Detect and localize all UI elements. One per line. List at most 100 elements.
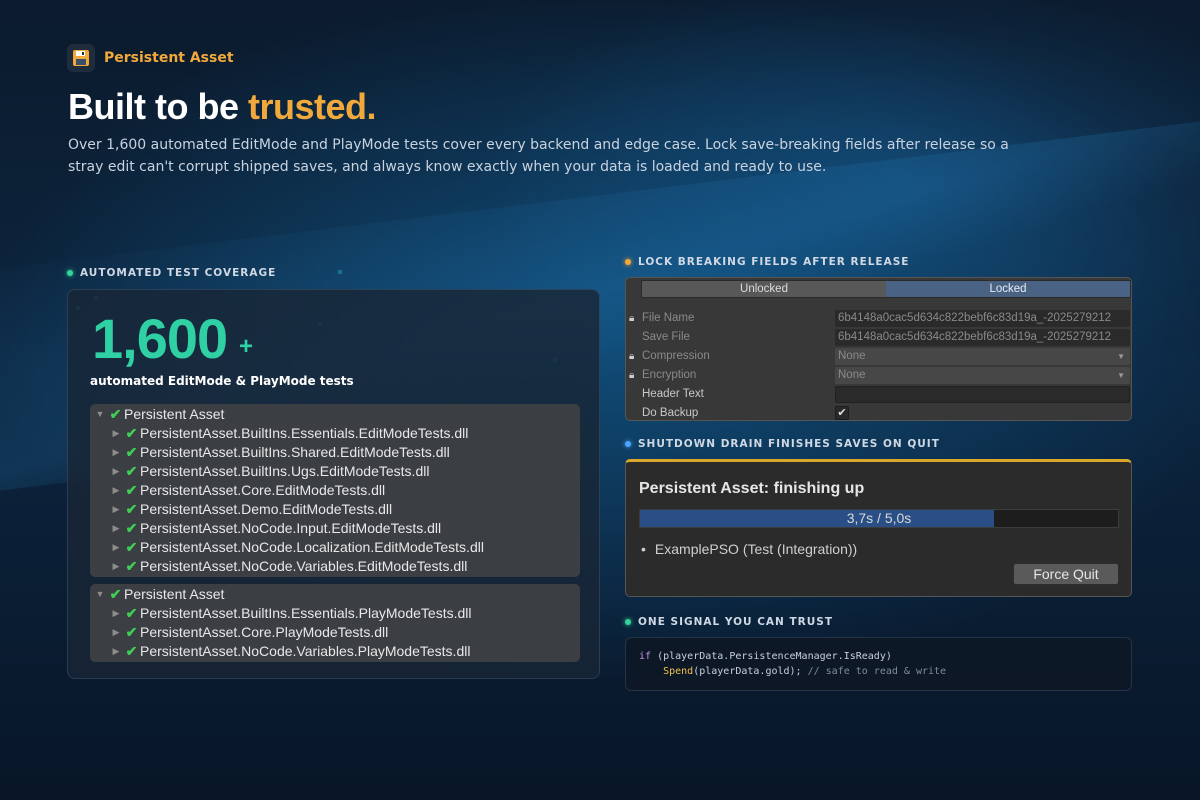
expand-right-icon[interactable]: ▶ [109,481,123,500]
tree-item-label: PersistentAsset.NoCode.Variables.PlayMod… [140,643,471,659]
expand-right-icon[interactable]: ▶ [109,538,123,557]
pending-save-label: ExamplePSO (Test (Integration)) [654,541,858,557]
field-row-save-file: Save File 6b4148a0cac5d634c822bebf6c83d1… [626,328,1131,347]
tree-item[interactable]: ▶ ✔ PersistentAsset.NoCode.Input.EditModeT… [90,519,580,538]
lock-icon: 🔒︎ [629,313,635,324]
chevron-down-icon: ▼ [1117,371,1125,380]
expand-right-icon[interactable]: ▶ [109,424,123,443]
lock-icon: 🔒︎ [629,370,635,381]
field-label: Do Backup [642,407,699,419]
check-icon: ✔ [125,605,138,621]
test-count: 1,600 [92,307,228,370]
tree-item[interactable]: ▶ ✔ PersistentAsset.BuiltIns.Essentials.Pl… [90,604,580,623]
check-icon: ✔ [125,643,138,659]
tree-item[interactable]: ▶ ✔ PersistentAsset.BuiltIns.Essentials.Ed… [90,424,580,443]
editmode-test-tree: ▼ ✔ Persistent Asset ▶ ✔ PersistentAsset.B… [90,404,580,577]
section-label-shutdown: SHUTDOWN DRAIN FINISHES SAVES ON QUIT [625,438,940,450]
expand-right-icon[interactable]: ▶ [109,557,123,576]
tree-root-label: Persistent Asset [124,586,225,602]
tab-locked[interactable]: Locked [886,281,1130,297]
save-file-field: 6b4148a0cac5d634c822bebf6c83d19a_-202527… [835,329,1130,346]
tree-item-label: PersistentAsset.NoCode.Variables.EditMod… [140,558,468,574]
dropdown-value: None [838,369,866,381]
expand-right-icon[interactable]: ▶ [109,462,123,481]
expand-right-icon[interactable]: ▶ [109,500,123,519]
check-icon: ✔ [125,482,138,498]
check-icon: ✔ [109,586,122,602]
section-label-signal: ONE SIGNAL YOU CAN TRUST [625,616,833,628]
brand: Persistent Asset [68,45,234,71]
section-label-text: ONE SIGNAL YOU CAN TRUST [638,616,833,628]
headline-accent: trusted. [247,86,377,127]
tree-item[interactable]: ▶ ✔ PersistentAsset.Core.EditModeTests.dll [90,481,580,500]
expand-down-icon[interactable]: ▼ [93,405,107,424]
dropdown-value: None [838,350,866,362]
tab-unlocked[interactable]: Unlocked [642,281,886,297]
expand-down-icon[interactable]: ▼ [93,585,107,604]
tree-item-label: PersistentAsset.BuiltIns.Essentials.Play… [140,605,472,621]
tree-item-label: PersistentAsset.BuiltIns.Ugs.EditModeTes… [140,463,430,479]
expand-right-icon[interactable]: ▶ [109,604,123,623]
tree-item[interactable]: ▶ ✔ PersistentAsset.BuiltIns.Shared.EditMo… [90,443,580,462]
intro-text: Over 1,600 automated EditMode and PlayMo… [68,137,1009,175]
do-backup-checkbox[interactable]: ✔ [835,406,849,420]
tree-item[interactable]: ▶ ✔ PersistentAsset.Demo.EditModeTests.dll [90,500,580,519]
section-label-coverage: AUTOMATED TEST COVERAGE [67,267,276,279]
shutdown-dialog: Persistent Asset: finishing up 3,7s / 5,… [625,459,1132,597]
floppy-disk-icon [68,45,94,71]
check-icon: ✔ [125,463,138,479]
code-comment: // safe to read & write [807,666,947,677]
bullet-icon: • [641,541,646,557]
status-dot-icon [625,619,631,625]
tree-item-label: PersistentAsset.NoCode.Localization.Edit… [140,539,484,555]
lock-fields-inspector: Unlocked Locked 🔒︎ File Name 6b4148a0cac… [625,277,1132,421]
field-row-encryption: 🔒︎ Encryption None ▼ [626,366,1131,385]
check-icon: ✔ [125,425,138,441]
status-dot-icon [67,270,73,276]
code-text: (playerData.gold); [693,666,808,677]
lock-toggle: Unlocked Locked [641,280,1131,298]
tree-item[interactable]: ▶ ✔ PersistentAsset.Core.PlayModeTests.dll [90,623,580,642]
tree-item[interactable]: ▶ ✔ PersistentAsset.NoCode.Variables.PlayM… [90,642,580,661]
file-name-field: 6b4148a0cac5d634c822bebf6c83d19a_-202527… [835,310,1130,327]
header-text-input[interactable] [835,386,1130,403]
field-row-do-backup: Do Backup ✔ [626,404,1131,423]
field-row-file-name: 🔒︎ File Name 6b4148a0cac5d634c822bebf6c8… [626,309,1131,328]
expand-right-icon[interactable]: ▶ [109,623,123,642]
check-icon: ✔ [125,501,138,517]
tree-item-label: PersistentAsset.BuiltIns.Essentials.Edit… [140,425,469,441]
expand-right-icon[interactable]: ▶ [109,519,123,538]
pending-save-item: • ExamplePSO (Test (Integration)) [641,541,857,557]
code-keyword: if [639,651,652,662]
check-icon: ✔ [109,406,122,422]
section-label-lock: LOCK BREAKING FIELDS AFTER RELEASE [625,256,909,268]
compression-dropdown: None ▼ [835,348,1130,365]
field-label: Header Text [642,388,704,400]
tree-item[interactable]: ▶ ✔ PersistentAsset.NoCode.Variables.EditM… [90,557,580,576]
lock-icon: 🔒︎ [629,351,635,362]
tree-item[interactable]: ▶ ✔ PersistentAsset.BuiltIns.Ugs.EditModeT… [90,462,580,481]
field-row-compression: 🔒︎ Compression None ▼ [626,347,1131,366]
code-function: Spend [663,666,694,677]
code-snippet: if (playerData.PersistenceManager.IsRead… [625,637,1132,691]
save-progress-bar: 3,7s / 5,0s [639,509,1119,528]
test-coverage-card: 1,600 + automated EditMode & PlayMode te… [67,289,600,679]
force-quit-button[interactable]: Force Quit [1013,563,1119,585]
field-label: Save File [642,331,690,343]
tree-root-row[interactable]: ▼ ✔ Persistent Asset [90,585,580,604]
section-label-text: LOCK BREAKING FIELDS AFTER RELEASE [638,256,910,268]
status-dot-icon [625,441,631,447]
playmode-test-tree: ▼ ✔ Persistent Asset ▶ ✔ PersistentAsset.B… [90,584,580,662]
check-icon: ✔ [125,520,138,536]
brand-name: Persistent Asset [104,50,234,66]
field-row-header-text: Header Text [626,385,1131,404]
page-title: Built to be trusted. [68,86,377,128]
expand-right-icon[interactable]: ▶ [109,642,123,661]
check-icon: ✔ [125,444,138,460]
expand-right-icon[interactable]: ▶ [109,443,123,462]
tree-root-label: Persistent Asset [124,406,225,422]
tree-root-row[interactable]: ▼ ✔ Persistent Asset [90,405,580,424]
tree-item[interactable]: ▶ ✔ PersistentAsset.NoCode.Localization.Ed… [90,538,580,557]
section-label-text: AUTOMATED TEST COVERAGE [80,267,277,279]
field-label: Encryption [642,369,697,381]
